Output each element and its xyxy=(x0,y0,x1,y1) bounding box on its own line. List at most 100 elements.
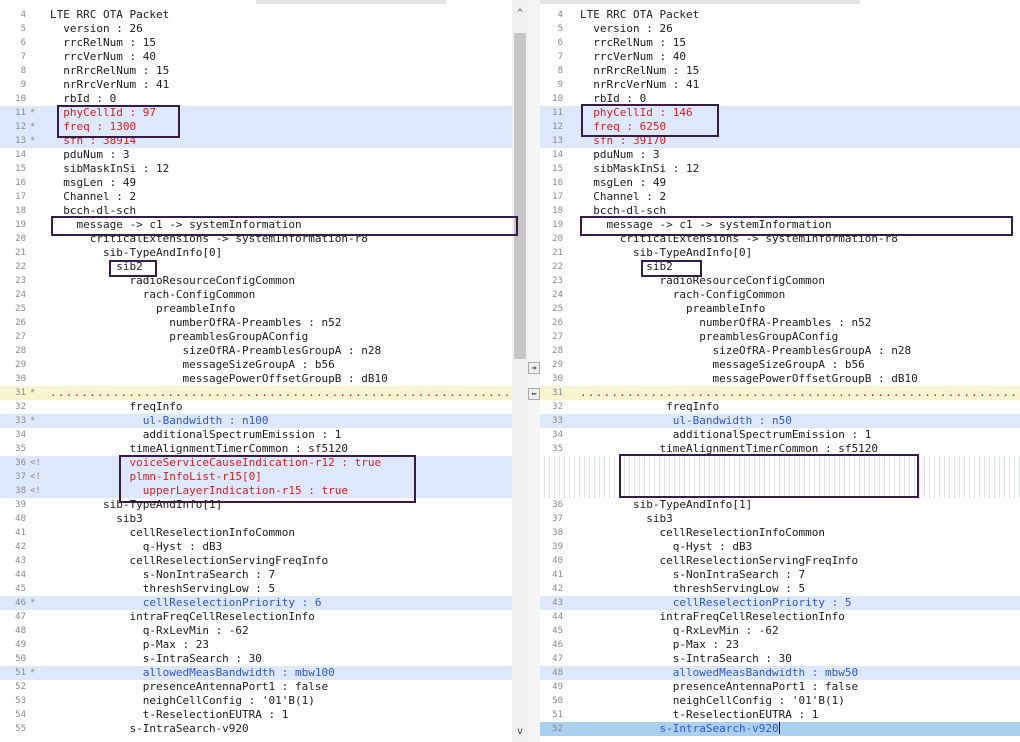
line-number: 44 xyxy=(15,570,26,580)
code-line[interactable]: 49 p-Max : 23 xyxy=(0,638,512,652)
code-line[interactable]: 15 sibMaskInSi : 12 xyxy=(540,162,1020,176)
code-line[interactable]: 16 msgLen : 49 xyxy=(0,176,512,190)
line-text: t-ReselectionEUTRA : 1 xyxy=(580,708,819,721)
code-line[interactable]: 46 * cellReselectionPriority : 6 xyxy=(0,596,512,610)
code-line[interactable]: 22 sib2 xyxy=(0,260,512,274)
code-line[interactable]: 42 threshServingLow : 5 xyxy=(540,582,1020,596)
code-line[interactable]: 34 additionalSpectrumEmission : 1 xyxy=(0,428,512,442)
scroll-down-icon[interactable]: v xyxy=(512,726,528,738)
code-line[interactable]: 53 neighCellConfig : '01'B(1) xyxy=(0,694,512,708)
code-line[interactable]: 51 * allowedMeasBandwidth : mbw100 xyxy=(0,666,512,680)
code-line[interactable]: 26 numberOfRA-Preambles : n52 xyxy=(540,316,1020,330)
line-number: 39 xyxy=(552,542,563,552)
code-line[interactable]: 23 radioResourceConfigCommon xyxy=(0,274,512,288)
copy-to-right-icon[interactable]: ➜ xyxy=(528,362,540,374)
code-line[interactable]: 39 q-Hyst : dB3 xyxy=(540,540,1020,554)
code-line[interactable]: 42 q-Hyst : dB3 xyxy=(0,540,512,554)
code-line[interactable]: 52 presenceAntennaPort1 : false xyxy=(0,680,512,694)
code-line[interactable]: 15 sibMaskInSi : 12 xyxy=(0,162,512,176)
code-line[interactable]: 5 version : 26 xyxy=(540,22,1020,36)
code-line[interactable]: 52 s-IntraSearch-v920 xyxy=(540,722,1020,736)
code-line[interactable]: 32 freqInfo xyxy=(0,400,512,414)
code-line[interactable]: 17 Channel : 2 xyxy=(0,190,512,204)
code-line[interactable]: 48 q-RxLevMin : -62 xyxy=(0,624,512,638)
code-line[interactable]: 40 sib3 xyxy=(0,512,512,526)
code-line[interactable]: 5 version : 26 xyxy=(0,22,512,36)
code-line[interactable]: 50 neighCellConfig : '01'B(1) xyxy=(540,694,1020,708)
code-line[interactable]: 4 LTE RRC OTA Packet xyxy=(0,8,512,22)
code-line[interactable]: 7 rrcVerNum : 40 xyxy=(540,50,1020,64)
copy-to-left-icon[interactable]: ⬅ xyxy=(528,388,540,400)
code-line[interactable]: 30 messagePowerOffsetGroupB : dB10 xyxy=(0,372,512,386)
code-line[interactable]: 44 s-NonIntraSearch : 7 xyxy=(0,568,512,582)
vertical-scrollbar[interactable]: ^ v xyxy=(512,0,528,742)
code-line[interactable]: 14 pduNum : 3 xyxy=(0,148,512,162)
code-line[interactable]: 36 sib-TypeAndInfo[1] xyxy=(540,498,1020,512)
code-line[interactable]: 48 allowedMeasBandwidth : mbw50 xyxy=(540,666,1020,680)
code-line[interactable]: 21 sib-TypeAndInfo[0] xyxy=(540,246,1020,260)
code-line[interactable]: 47 s-IntraSearch : 30 xyxy=(540,652,1020,666)
code-line[interactable]: 50 s-IntraSearch : 30 xyxy=(0,652,512,666)
line-number: 5 xyxy=(557,24,563,34)
line-number: 11 xyxy=(15,108,26,118)
line-text: q-Hyst : dB3 xyxy=(50,540,223,553)
code-line[interactable]: 25 preambleInfo xyxy=(0,302,512,316)
code-line[interactable]: 6 rrcRelNum : 15 xyxy=(540,36,1020,50)
code-line[interactable]: 41 cellReselectionInfoCommon xyxy=(0,526,512,540)
scroll-up-icon[interactable]: ^ xyxy=(512,8,528,20)
code-line[interactable]: 43 cellReselectionServingFreqInfo xyxy=(0,554,512,568)
code-line[interactable]: 51 t-ReselectionEUTRA : 1 xyxy=(540,708,1020,722)
code-line[interactable]: 28 sizeOfRA-PreamblesGroupA : n28 xyxy=(0,344,512,358)
line-number: 55 xyxy=(15,724,26,734)
code-line[interactable]: 30 messagePowerOffsetGroupB : dB10 xyxy=(540,372,1020,386)
code-line[interactable]: 37 sib3 xyxy=(540,512,1020,526)
code-line[interactable]: 45 q-RxLevMin : -62 xyxy=(540,624,1020,638)
code-line[interactable]: 6 rrcRelNum : 15 xyxy=(0,36,512,50)
code-line[interactable]: 27 preamblesGroupAConfig xyxy=(0,330,512,344)
code-line[interactable]: 4 LTE RRC OTA Packet xyxy=(540,8,1020,22)
code-line[interactable]: 41 s-NonIntraSearch : 7 xyxy=(540,568,1020,582)
code-line[interactable]: 8 nrRrcRelNum : 15 xyxy=(0,64,512,78)
right-pane-header-tab[interactable] xyxy=(540,0,860,4)
code-line[interactable]: 9 nrRrcVerNum : 41 xyxy=(540,78,1020,92)
code-line[interactable]: 35 timeAlignmentTimerCommon : sf5120 xyxy=(0,442,512,456)
code-line[interactable]: 46 p-Max : 23 xyxy=(540,638,1020,652)
code-line[interactable]: 14 pduNum : 3 xyxy=(540,148,1020,162)
code-line[interactable]: 10 rbId : 0 xyxy=(0,92,512,106)
code-line[interactable]: 32 freqInfo xyxy=(540,400,1020,414)
code-line[interactable]: 17 Channel : 2 xyxy=(540,190,1020,204)
code-line[interactable]: 34 additionalSpectrumEmission : 1 xyxy=(540,428,1020,442)
code-line[interactable]: 54 t-ReselectionEUTRA : 1 xyxy=(0,708,512,722)
code-line[interactable]: 31 *.....................................… xyxy=(0,386,512,400)
code-line[interactable]: 25 preambleInfo xyxy=(540,302,1020,316)
code-line[interactable]: 44 intraFreqCellReselectionInfo xyxy=(540,610,1020,624)
code-line[interactable]: 24 rach-ConfigCommon xyxy=(0,288,512,302)
code-line[interactable]: 38 cellReselectionInfoCommon xyxy=(540,526,1020,540)
code-line[interactable]: 26 numberOfRA-Preambles : n52 xyxy=(0,316,512,330)
code-line[interactable]: 29 messageSizeGroupA : b56 xyxy=(0,358,512,372)
code-line[interactable]: 33 * ul-Bandwidth : n100 xyxy=(0,414,512,428)
code-line[interactable]: 9 nrRrcVerNum : 41 xyxy=(0,78,512,92)
code-line[interactable]: 28 sizeOfRA-PreamblesGroupA : n28 xyxy=(540,344,1020,358)
code-line[interactable]: 55 s-IntraSearch-v920 xyxy=(0,722,512,736)
line-number: 6 xyxy=(557,38,563,48)
code-line[interactable]: 21 sib-TypeAndInfo[0] xyxy=(0,246,512,260)
code-line[interactable]: 40 cellReselectionServingFreqInfo xyxy=(540,554,1020,568)
code-line[interactable]: 7 rrcVerNum : 40 xyxy=(0,50,512,64)
code-line[interactable]: 49 presenceAntennaPort1 : false xyxy=(540,680,1020,694)
code-line[interactable]: 31......................................… xyxy=(540,386,1020,400)
code-line[interactable]: 33 ul-Bandwidth : n50 xyxy=(540,414,1020,428)
code-line[interactable]: 22 sib2 xyxy=(540,260,1020,274)
code-line[interactable]: 8 nrRrcRelNum : 15 xyxy=(540,64,1020,78)
code-line[interactable]: 24 rach-ConfigCommon xyxy=(540,288,1020,302)
code-line[interactable]: 43 cellReselectionPriority : 5 xyxy=(540,596,1020,610)
line-text: numberOfRA-Preambles : n52 xyxy=(50,316,342,329)
code-line[interactable]: 23 radioResourceConfigCommon xyxy=(540,274,1020,288)
code-line[interactable]: 16 msgLen : 49 xyxy=(540,176,1020,190)
code-line[interactable]: 47 intraFreqCellReselectionInfo xyxy=(0,610,512,624)
code-line[interactable]: 29 messageSizeGroupA : b56 xyxy=(540,358,1020,372)
scrollbar-thumb[interactable] xyxy=(514,33,526,359)
left-pane-header-tab[interactable] xyxy=(256,0,446,4)
code-line[interactable]: 27 preamblesGroupAConfig xyxy=(540,330,1020,344)
code-line[interactable]: 45 threshServingLow : 5 xyxy=(0,582,512,596)
